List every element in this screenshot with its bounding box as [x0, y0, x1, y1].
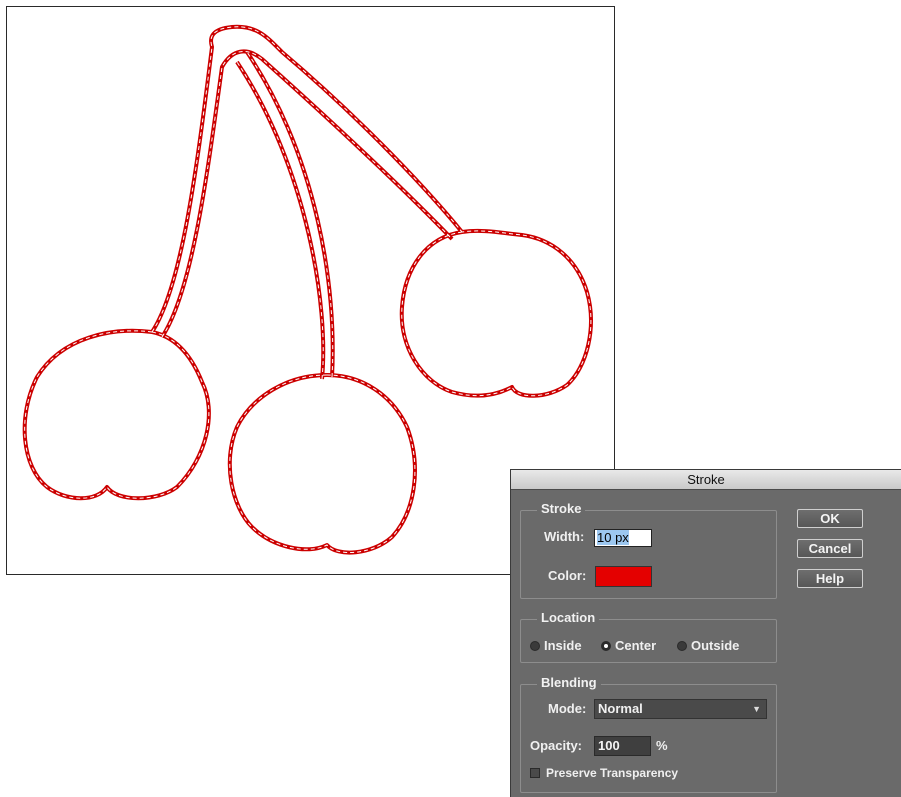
radio-inside[interactable]: Inside	[530, 638, 582, 653]
preserve-transparency-checkbox[interactable]: Preserve Transparency	[530, 766, 678, 780]
radio-center[interactable]: Center	[601, 638, 656, 653]
selection-marquee	[24, 26, 592, 554]
color-swatch[interactable]	[595, 566, 652, 587]
mode-label: Mode:	[548, 701, 587, 716]
radio-outside-label: Outside	[691, 638, 740, 653]
preserve-transparency-label: Preserve Transparency	[546, 766, 679, 780]
radio-center-button	[601, 640, 611, 651]
mode-select-value: Normal	[598, 701, 643, 716]
help-button[interactable]: Help	[797, 569, 863, 588]
radio-inside-label: Inside	[544, 638, 582, 653]
width-value: 10 px	[597, 530, 629, 545]
radio-outside[interactable]: Outside	[677, 638, 739, 653]
opacity-unit: %	[656, 738, 668, 753]
checkbox-box	[530, 768, 540, 778]
opacity-value: 100	[598, 738, 620, 753]
stroke-group-label: Stroke	[537, 501, 586, 516]
cancel-button[interactable]: Cancel	[797, 539, 863, 558]
radio-outside-button	[677, 640, 687, 651]
opacity-label: Opacity:	[530, 738, 583, 753]
dialog-title: Stroke	[511, 470, 901, 490]
location-group-label: Location	[537, 610, 600, 625]
color-label: Color:	[548, 568, 587, 583]
width-input[interactable]: 10 px	[594, 529, 652, 547]
red-stroke-outline	[22, 24, 593, 555]
chevron-down-icon: ▼	[752, 704, 761, 714]
opacity-input[interactable]: 100	[594, 736, 651, 756]
blending-group-label: Blending	[537, 675, 601, 690]
mode-select[interactable]: Normal ▼	[594, 699, 767, 719]
width-label: Width:	[544, 529, 585, 544]
ok-button[interactable]: OK	[797, 509, 863, 528]
radio-center-label: Center	[615, 638, 657, 653]
radio-inside-button	[530, 640, 540, 651]
